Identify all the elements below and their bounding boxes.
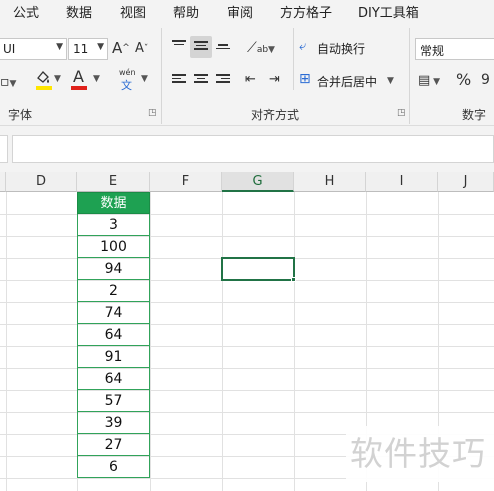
watermark: 软件技巧 [346, 426, 494, 482]
align-top-icon[interactable] [172, 40, 186, 52]
column-header-g[interactable]: G [222, 172, 294, 192]
cell-e7[interactable]: 64 [77, 324, 150, 346]
name-box[interactable] [0, 135, 8, 163]
menu-formulas[interactable]: 公式 [13, 2, 39, 21]
gridline [0, 390, 494, 391]
gridline [0, 368, 494, 369]
font-name-combo[interactable]: UI ▼ [0, 38, 67, 60]
column-header-d[interactable]: D [6, 172, 77, 192]
cell-e5[interactable]: 2 [77, 280, 150, 302]
cell-e10[interactable]: 57 [77, 390, 150, 412]
comma-style-icon[interactable]: 9 [481, 72, 490, 88]
font-group-label: 字体 [8, 108, 33, 122]
alignment-dialog-launcher-icon[interactable]: ◳ [397, 108, 406, 118]
align-middle-icon[interactable] [194, 41, 208, 53]
shrink-font-icon[interactable]: Aˇ [135, 41, 148, 57]
column-header-e[interactable]: E [77, 172, 150, 192]
font-color-bar [71, 86, 87, 90]
cell-e1-header[interactable]: 数据 [77, 192, 150, 214]
align-center-icon[interactable] [194, 74, 208, 86]
font-color-glyph: A [73, 67, 84, 86]
gridline [0, 412, 494, 413]
number-format-combo[interactable]: 常规 [415, 38, 494, 60]
menu-bar: 公式 数据 视图 帮助 审阅 方方格子 DIY工具箱 [0, 0, 494, 22]
wrap-text-icon: ⤶ [299, 39, 307, 54]
menu-data[interactable]: 数据 [66, 2, 92, 21]
align-bottom-icon[interactable] [216, 44, 230, 56]
orientation-icon[interactable]: ⟋ab▼ [247, 40, 275, 58]
cell-e13[interactable]: 6 [77, 456, 150, 478]
ribbon: UI ▼ 11 ▼ A^ Aˇ ▫▼ ▼ A ▼ wén 文 ▼ 字体 ◳ ⟋a… [0, 22, 494, 126]
grow-font-glyph: A [112, 39, 123, 57]
accounting-format-icon[interactable]: ▤ ▼ [418, 73, 440, 90]
merge-cells-icon: ⊞ [299, 71, 311, 87]
chevron-down-icon[interactable]: ▼ [387, 76, 394, 86]
number-group-label: 数字 [462, 108, 487, 122]
column-header-j[interactable]: J [438, 172, 494, 192]
phonetic-button[interactable]: wén 文 ▼ [117, 68, 151, 94]
menu-diy-toolbox[interactable]: DIY工具箱 [358, 2, 419, 21]
group-separator [161, 28, 162, 124]
font-size-value: 11 [73, 42, 89, 56]
grow-font-icon[interactable]: A^ [112, 40, 130, 56]
cell-e11[interactable]: 39 [77, 412, 150, 434]
column-header-h[interactable]: H [294, 172, 366, 192]
cell-e8[interactable]: 91 [77, 346, 150, 368]
active-cell-selection[interactable] [221, 257, 295, 281]
cell-e12[interactable]: 27 [77, 434, 150, 456]
menu-review[interactable]: 审阅 [227, 2, 253, 21]
shrink-font-glyph: A [135, 41, 144, 56]
fill-handle[interactable] [291, 277, 296, 282]
align-right-icon[interactable] [216, 74, 230, 86]
gridline [0, 346, 494, 347]
fill-color-button[interactable]: ▼ [34, 69, 61, 93]
increase-indent-icon[interactable]: ⇥ [269, 72, 280, 88]
merge-center-label: 合并后居中 [317, 75, 378, 89]
formula-bar-area [0, 126, 494, 172]
column-header-f[interactable]: F [150, 172, 222, 192]
group-separator [409, 28, 410, 124]
cell-e6[interactable]: 74 [77, 302, 150, 324]
chevron-down-icon[interactable]: ▼ [97, 42, 104, 52]
gridline [0, 214, 494, 215]
gridline [0, 302, 494, 303]
highlight-color-bar [36, 86, 52, 90]
font-name-value: UI [3, 42, 16, 56]
chevron-down-icon[interactable]: ▼ [56, 42, 63, 52]
percent-style-button[interactable]: % [456, 72, 471, 88]
phonetic-char: 文 [121, 79, 132, 92]
number-format-value: 常规 [420, 44, 445, 58]
wrap-text-button[interactable]: ⤶ 自动换行 [299, 39, 379, 59]
phonetic-label: wén [119, 68, 136, 77]
alignment-group-label: 对齐方式 [251, 108, 300, 122]
font-size-combo[interactable]: 11 ▼ [68, 38, 108, 60]
menu-fangfang[interactable]: 方方格子 [280, 2, 332, 21]
decrease-indent-icon[interactable]: ⇤ [245, 72, 256, 88]
formula-input[interactable] [12, 135, 494, 163]
wrap-text-label: 自动换行 [317, 42, 366, 56]
font-dialog-launcher-icon[interactable]: ◳ [148, 108, 157, 118]
cell-e3[interactable]: 100 [77, 236, 150, 258]
menu-help[interactable]: 帮助 [173, 2, 199, 21]
border-icon[interactable]: ▫▼ [0, 74, 16, 92]
column-header-i[interactable]: I [366, 172, 438, 192]
align-left-icon[interactable] [172, 74, 186, 86]
cell-e2[interactable]: 3 [77, 214, 150, 236]
paint-bucket-icon [37, 71, 49, 83]
group-separator [293, 28, 294, 90]
merge-center-button[interactable]: ⊞ 合并后居中 ▼ [299, 71, 401, 92]
gridline [0, 236, 494, 237]
cell-e9[interactable]: 64 [77, 368, 150, 390]
menu-view[interactable]: 视图 [120, 2, 146, 21]
gridline [0, 324, 494, 325]
cell-e4[interactable]: 94 [77, 258, 150, 280]
font-color-button[interactable]: A ▼ [70, 67, 104, 93]
